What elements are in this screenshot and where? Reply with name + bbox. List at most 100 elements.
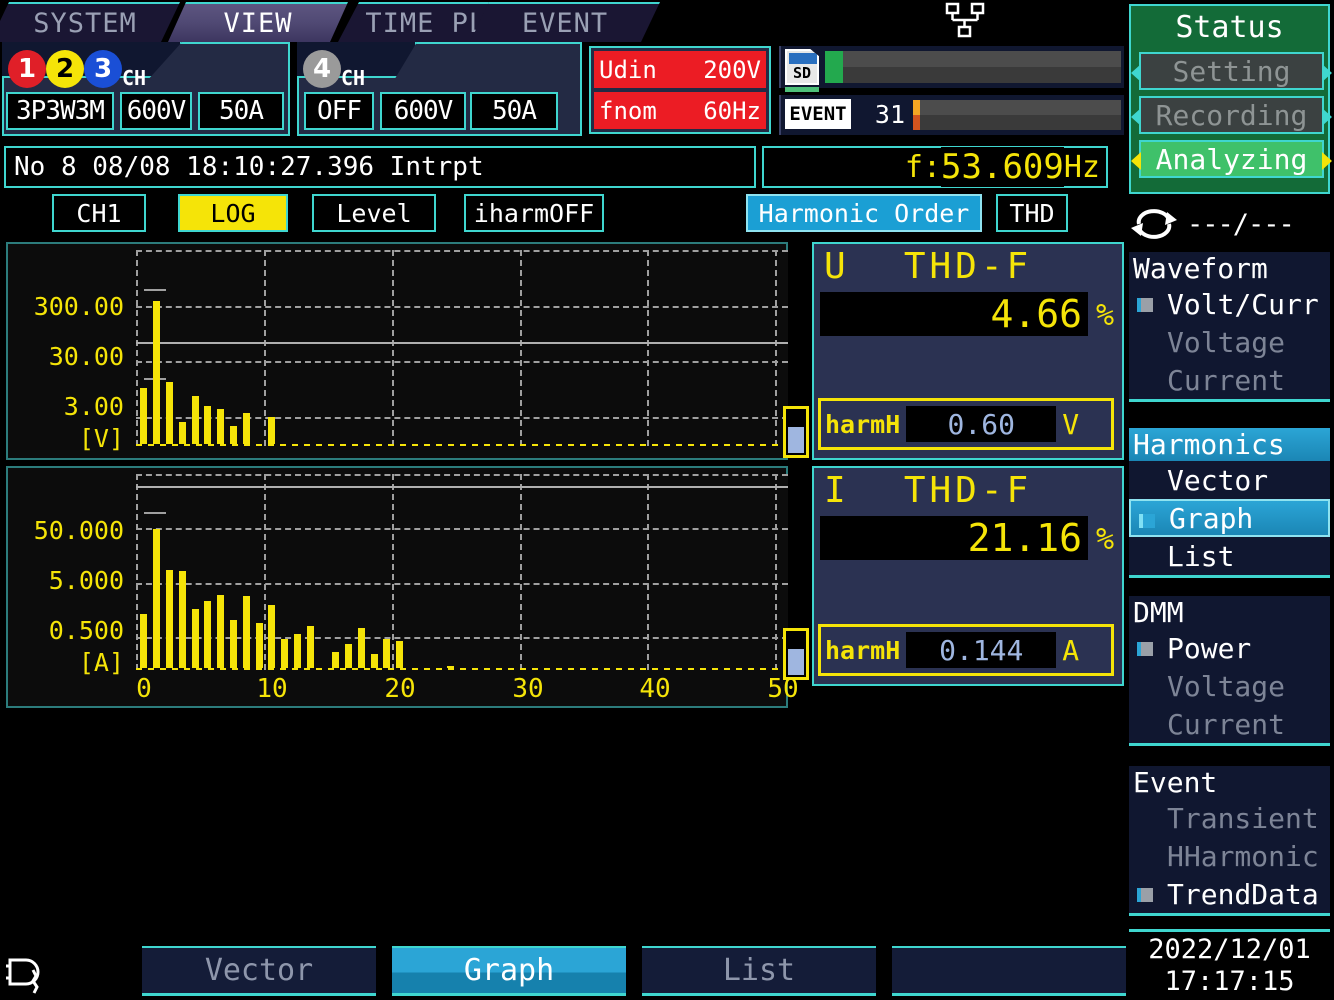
menu-item-dmm-voltage[interactable]: Voltage — [1129, 667, 1330, 705]
menu-item-volt-curr[interactable]: Volt/Curr — [1129, 285, 1330, 323]
sd-card-status-row: SD — [779, 46, 1124, 92]
frequency-value: 53.609 — [941, 147, 1064, 187]
voltage-harm-value: 0.60 — [906, 406, 1057, 442]
current-date: 2022/12/01 — [1148, 934, 1311, 965]
current-y-unit: [A] — [78, 648, 124, 677]
menu-item-dmm-voltage-label: Voltage — [1167, 669, 1286, 703]
fnom-value: 60Hz — [703, 96, 761, 125]
thd-button[interactable]: THD — [996, 194, 1068, 232]
current-ytick-0: 50.000 — [33, 516, 124, 545]
current-readout-label: THD-F — [903, 470, 1033, 511]
fkey-vector[interactable]: Vector — [142, 946, 376, 996]
status-item-setting[interactable]: Setting — [1131, 52, 1332, 90]
gridline-vertical — [520, 474, 522, 670]
current-cursor-column[interactable] — [783, 628, 809, 680]
gridline-horizontal — [136, 583, 788, 585]
gridline-horizontal — [136, 528, 788, 530]
menu-item-graph-label: Graph — [1169, 501, 1254, 535]
harmonic-bar — [153, 529, 160, 668]
gridline-vertical — [392, 474, 394, 670]
cycle-icon — [1131, 209, 1177, 239]
status-analyzing-label: Analyzing — [1155, 142, 1308, 176]
menu-item-transient[interactable]: Transient — [1129, 799, 1330, 837]
current-ytick-1: 5.000 — [48, 566, 124, 595]
voltage-range-value[interactable]: 600V — [120, 92, 192, 130]
x-axis-mode-button[interactable]: Harmonic Order — [746, 194, 982, 232]
tab-view[interactable]: VIEW — [168, 2, 348, 42]
x-axis-tick-label: 30 — [512, 674, 544, 704]
gridline-horizontal — [136, 361, 788, 363]
menu-item-trenddata[interactable]: TrendData — [1129, 875, 1330, 913]
cycle-count-text: ---/--- — [1187, 208, 1295, 240]
harmonic-bar — [268, 605, 275, 668]
menu-item-waveform-voltage[interactable]: Voltage — [1129, 323, 1330, 361]
current-thd-value: 21.16 — [820, 516, 1088, 560]
fnom-row[interactable]: fnom 60Hz — [594, 92, 766, 129]
frequency-label: f: — [904, 149, 942, 185]
tab-event[interactable]: EVENT — [470, 2, 660, 42]
axis-tick — [144, 289, 166, 291]
voltage-cursor-column[interactable] — [783, 406, 809, 458]
udin-row[interactable]: Udin 200V — [594, 51, 766, 88]
wiring-mode-value[interactable]: 3P3W3M — [6, 92, 114, 130]
status-item-recording[interactable]: Recording — [1131, 96, 1332, 134]
current-harm-value: 0.144 — [906, 632, 1057, 668]
menu-item-waveform-current-label: Current — [1167, 363, 1286, 397]
current-harm-label: harmH — [825, 635, 901, 665]
channel-badge-1: 1 — [8, 50, 46, 88]
channel4-state-value[interactable]: OFF — [304, 92, 374, 130]
channel4-current-range-value[interactable]: 50A — [470, 92, 558, 130]
current-range-value[interactable]: 50A — [198, 92, 284, 130]
harmonic-bar — [166, 382, 173, 444]
menu-header-dmm[interactable]: DMM — [1129, 596, 1330, 629]
channel4-voltage-range-value[interactable]: 600V — [380, 92, 466, 130]
menu-item-power[interactable]: Power — [1129, 629, 1330, 667]
gridline-vertical — [647, 250, 649, 446]
status-item-analyzing[interactable]: Analyzing — [1131, 140, 1332, 178]
harmonic-bar — [371, 654, 378, 668]
voltage-y-unit: [V] — [78, 424, 124, 453]
record-info-line: No 8 08/08 18:10:27.396 Intrpt — [4, 146, 756, 188]
menu-item-list[interactable]: List — [1129, 537, 1330, 575]
harmonic-bar — [204, 406, 211, 444]
menu-item-waveform-current[interactable]: Current — [1129, 361, 1330, 399]
menu-group-waveform: Waveform Volt/Curr Voltage Current — [1129, 252, 1330, 402]
scale-mode-button[interactable]: LOG — [178, 194, 288, 232]
voltage-readout-symbol: U — [824, 246, 850, 287]
menu-item-graph[interactable]: Graph — [1129, 499, 1330, 537]
fkey-empty[interactable] — [892, 946, 1126, 996]
voltage-harmonics-chart[interactable]: 300.00 30.00 3.00 [V] — [6, 242, 788, 460]
current-harmonics-chart[interactable]: 50.000 5.000 0.500 [A] 0 10 20 30 40 50 — [6, 466, 799, 708]
menu-item-vector[interactable]: Vector — [1129, 461, 1330, 499]
display-mode-button[interactable]: Level — [312, 194, 436, 232]
voltage-harm-cursor-box[interactable]: harmH 0.60 V — [818, 398, 1114, 450]
channel-badge-3: 3 — [84, 50, 122, 88]
sd-card-icon: SD — [785, 49, 819, 85]
current-y-axis-labels: 50.000 5.000 0.500 [A] — [14, 468, 124, 706]
harmonic-bar — [153, 301, 160, 444]
fkey-graph[interactable]: Graph — [392, 946, 626, 996]
gridline-vertical — [136, 474, 138, 670]
voltage-thd-value: 4.66 — [820, 292, 1088, 336]
menu-header-waveform[interactable]: Waveform — [1129, 252, 1330, 285]
menu-item-waveform-voltage-label: Voltage — [1167, 325, 1286, 359]
menu-item-dmm-current[interactable]: Current — [1129, 705, 1330, 743]
voltage-y-axis-labels: 300.00 30.00 3.00 [V] — [14, 244, 124, 458]
fkey-list[interactable]: List — [642, 946, 876, 996]
reference-limit-line — [136, 486, 788, 488]
harmonic-bar — [166, 570, 173, 668]
iharm-button[interactable]: iharmOFF — [464, 194, 604, 232]
event-capacity-fill — [913, 100, 920, 130]
axis-tick — [144, 512, 166, 514]
menu-item-hharmonic[interactable]: HHarmonic — [1129, 837, 1330, 875]
current-readout-symbol: I — [824, 470, 850, 511]
channel-select-button[interactable]: CH1 — [52, 194, 146, 232]
menu-header-event[interactable]: Event — [1129, 766, 1330, 799]
plug-icon — [6, 958, 40, 994]
harmonic-bar — [307, 626, 314, 668]
harmonic-bar — [243, 596, 250, 668]
tab-system[interactable]: SYSTEM — [0, 2, 180, 42]
menu-header-harmonics[interactable]: Harmonics — [1129, 428, 1330, 461]
harmonic-bar — [383, 639, 390, 668]
current-harm-cursor-box[interactable]: harmH 0.144 A — [818, 624, 1114, 676]
